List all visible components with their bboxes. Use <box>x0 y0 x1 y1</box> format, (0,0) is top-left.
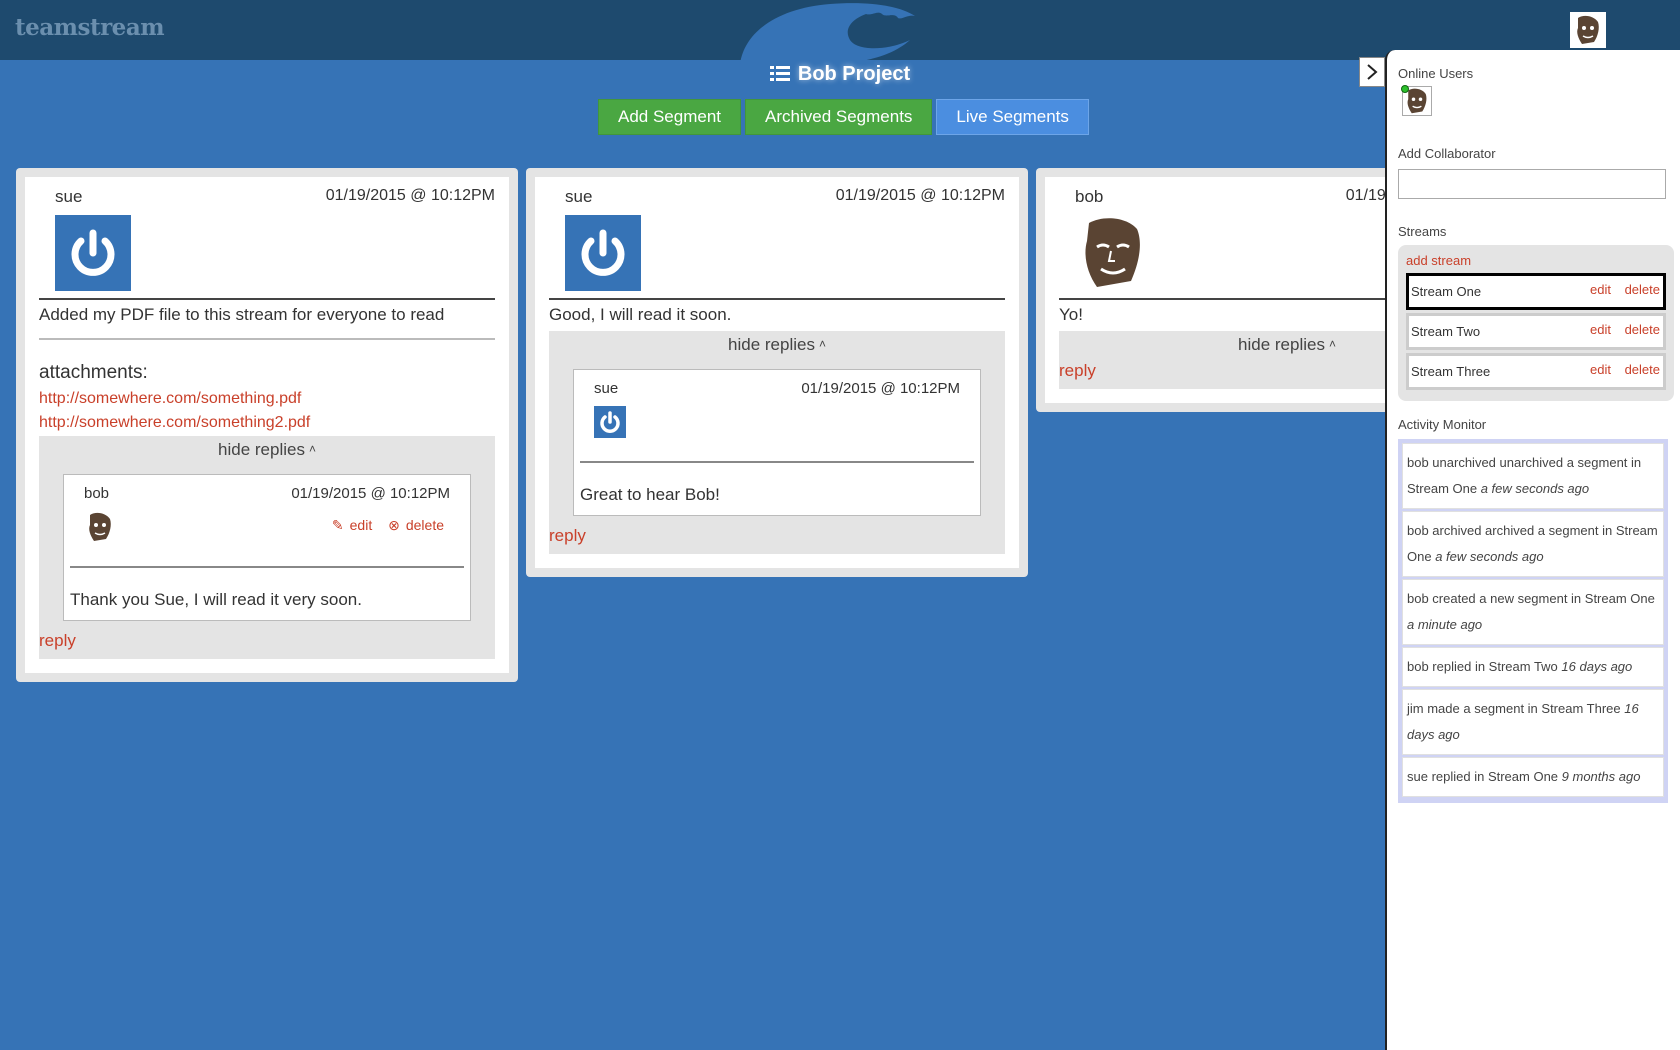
activity-time: a few seconds ago <box>1435 549 1544 564</box>
activity-item: bob unarchived unarchived a segment in S… <box>1402 443 1664 509</box>
online-status-dot <box>1401 85 1409 93</box>
attachment-link[interactable]: http://somewhere.com/something2.pdf <box>39 414 495 432</box>
attachments-title: attachments: <box>39 362 148 383</box>
activity-item: sue replied in Stream One 9 months ago <box>1402 757 1664 797</box>
hide-replies-label: hide replies <box>1238 335 1325 354</box>
reply-date: 01/19/2015 @ 10:12PM <box>291 485 450 502</box>
reply-card: bob 01/19/2015 @ 10:12PM ✎ edit ⊗ delete T… <box>63 474 471 621</box>
panel-collapse-button[interactable] <box>1359 57 1385 87</box>
replies-section: hide replies ˄ sue 01/19/2015 @ 10:12PM G… <box>549 331 1005 554</box>
online-user-avatar[interactable] <box>1401 85 1432 116</box>
segment-user: sue <box>55 187 83 206</box>
hide-replies-label: hide replies <box>218 440 305 459</box>
stream-item[interactable]: Stream Three edit delete <box>1406 353 1666 390</box>
hide-replies-toggle[interactable]: hide replies ˄ <box>549 335 1005 361</box>
reply-avatar <box>84 511 116 543</box>
power-icon <box>55 215 131 291</box>
delete-button[interactable]: ⊗ delete <box>382 517 444 533</box>
project-title-text: Bob Project <box>797 63 911 85</box>
reply-date: 01/19/2015 @ 10:12PM <box>801 380 960 397</box>
activity-item: bob archived archived a segment in Strea… <box>1402 511 1664 577</box>
attachment-link[interactable]: http://somewhere.com/something.pdf <box>39 390 495 408</box>
online-users-label: Online Users <box>1398 66 1474 81</box>
stream-item[interactable]: Stream Two edit delete <box>1406 313 1666 350</box>
wave-logo-icon <box>740 3 915 64</box>
activity-item: bob created a new segment in Stream One … <box>1402 579 1664 645</box>
stream-delete-link[interactable]: delete <box>1625 362 1660 377</box>
streams-label: Streams <box>1398 224 1447 239</box>
reply-text: Great to hear Bob! <box>580 461 974 505</box>
add-collaborator-label: Add Collaborator <box>1398 146 1496 161</box>
list-icon <box>769 66 790 81</box>
chevron-up-icon: ˄ <box>1328 337 1336 351</box>
reply-user: sue <box>594 380 619 397</box>
reply-user: bob <box>84 485 110 502</box>
streams-list: add stream Stream One edit delete Stream… <box>1398 245 1674 401</box>
stream-delete-link[interactable]: delete <box>1625 282 1660 297</box>
reply-link[interactable]: reply <box>39 631 495 651</box>
user-avatar[interactable] <box>1570 12 1606 48</box>
stream-item[interactable]: Stream One edit delete <box>1406 273 1666 310</box>
segment-date: 01/19/2015 @ 10:12PM <box>835 187 1005 204</box>
activity-time: a few seconds ago <box>1480 481 1590 496</box>
segment-user: sue <box>565 187 593 206</box>
reply-text: Thank you Sue, I will read it very soon. <box>70 566 464 610</box>
segment-card: sue 01/19/2015 @ 10:12PM Good, I will re… <box>526 168 1028 577</box>
segment-text: Added my PDF file to this stream for eve… <box>39 298 495 338</box>
add-stream-link[interactable]: add stream <box>1406 253 1666 268</box>
segment-text: Good, I will read it soon. <box>549 298 1005 331</box>
hide-replies-label: hide replies <box>728 335 815 354</box>
side-panel: Online Users Add Collaborator Streams ad… <box>1385 50 1680 1050</box>
add-segment-button[interactable]: Add Segment <box>598 99 742 135</box>
brand-logo[interactable]: teamstream <box>15 14 165 41</box>
stream-name: Stream One <box>1411 284 1482 299</box>
activity-list: bob unarchived unarchived a segment in S… <box>1398 439 1668 803</box>
archived-segments-button[interactable]: Archived Segments <box>745 99 933 135</box>
add-collaborator-input[interactable] <box>1398 169 1666 199</box>
activity-monitor-label: Activity Monitor <box>1398 417 1487 432</box>
segment-user: bob <box>1075 187 1104 206</box>
segment-buttons: Add Segment Archived Segments Live Segme… <box>598 99 1089 135</box>
stream-name: Stream Three <box>1411 364 1491 379</box>
stream-edit-link[interactable]: edit <box>1590 282 1611 297</box>
activity-time: 9 months ago <box>1561 769 1641 784</box>
chevron-up-icon: ˄ <box>818 337 826 351</box>
activity-time: a minute ago <box>1407 617 1483 632</box>
reply-link[interactable]: reply <box>549 526 1005 546</box>
bob-avatar <box>1075 215 1151 291</box>
replies-section: hide replies ˄ bob 01/19/2015 @ 10:12PM ✎… <box>39 436 495 659</box>
activity-item: jim made a segment in Stream Three 16 da… <box>1402 689 1664 755</box>
live-segments-button[interactable]: Live Segments <box>936 99 1089 135</box>
segment-card: sue 01/19/2015 @ 10:12PM Added my PDF fi… <box>16 168 518 682</box>
stream-edit-link[interactable]: edit <box>1590 322 1611 337</box>
stream-delete-link[interactable]: delete <box>1625 322 1660 337</box>
power-icon <box>594 406 626 438</box>
hide-replies-toggle[interactable]: hide replies ˄ <box>39 440 495 466</box>
activity-time: 16 days ago <box>1561 659 1633 674</box>
divider <box>39 338 495 340</box>
power-icon <box>565 215 641 291</box>
stream-name: Stream Two <box>1411 324 1481 339</box>
segment-date: 01/19/2015 @ 10:12PM <box>325 187 495 204</box>
reply-card: sue 01/19/2015 @ 10:12PM Great to hear B… <box>573 369 981 516</box>
delete-icon: ⊗ <box>388 517 400 533</box>
stream-edit-link[interactable]: edit <box>1590 362 1611 377</box>
edit-icon: ✎ <box>331 517 344 533</box>
chevron-up-icon: ˄ <box>308 442 316 456</box>
activity-item: bob replied in Stream Two 16 days ago <box>1402 647 1664 687</box>
chevron-right-icon <box>1367 64 1378 80</box>
edit-button[interactable]: ✎ edit <box>326 517 372 533</box>
